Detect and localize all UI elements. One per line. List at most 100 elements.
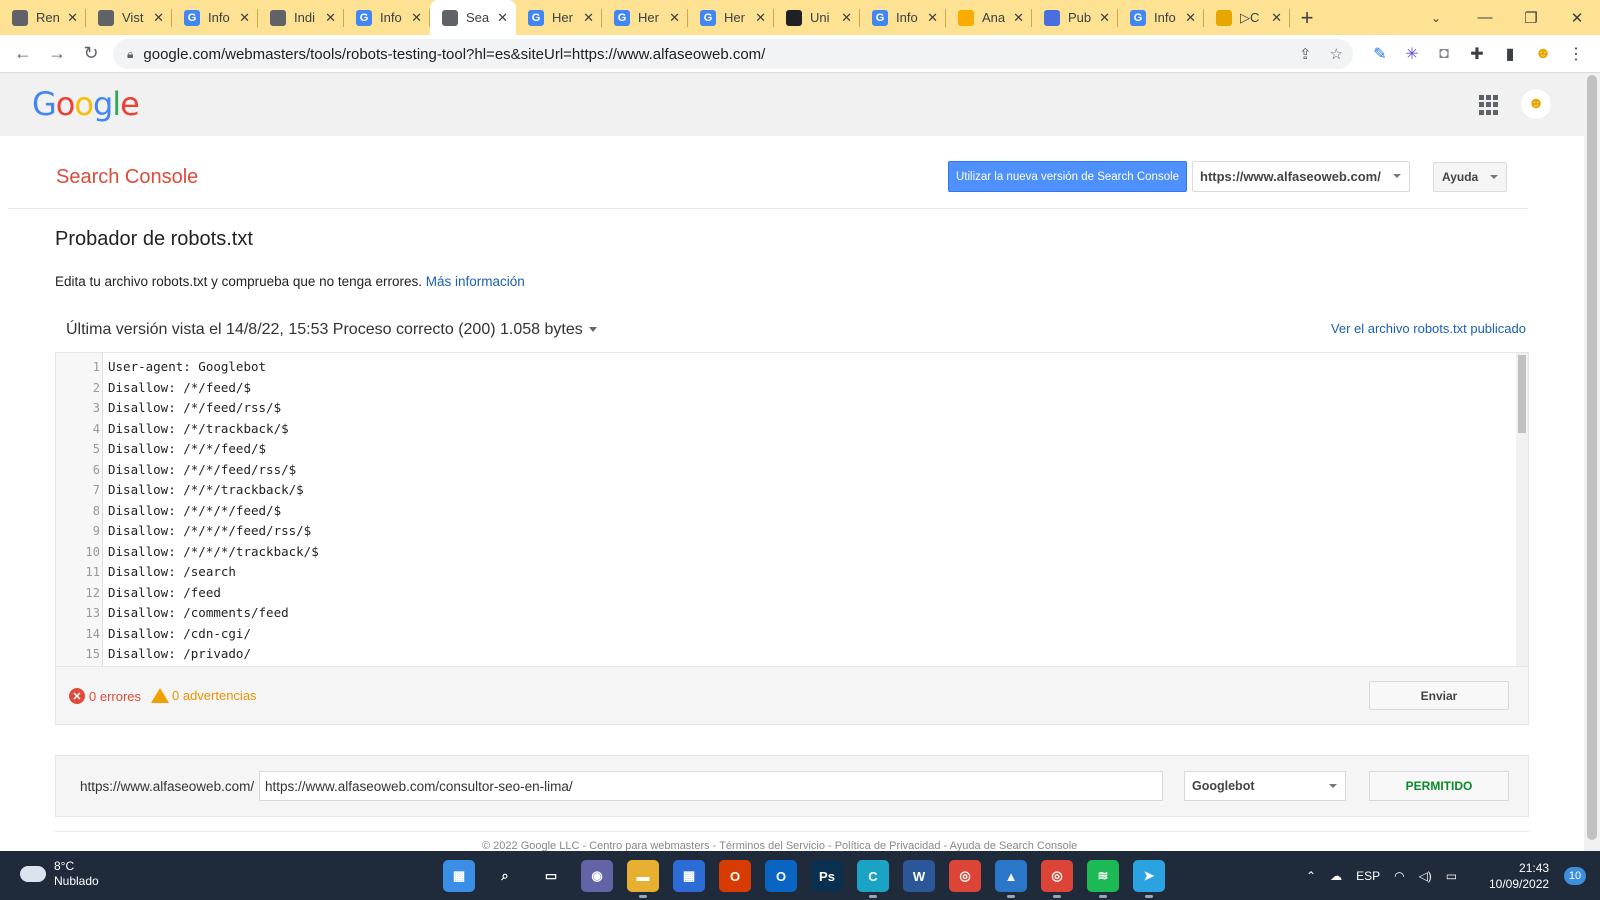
profile-avatar-icon[interactable]: ☻ [1527,35,1559,73]
property-select[interactable]: https://www.alfaseoweb.com/ [1192,161,1410,192]
close-tab-icon[interactable]: ✕ [153,10,164,26]
close-tab-icon[interactable]: ✕ [497,10,508,26]
code-line[interactable]: 2 Disallow: /*/feed/$ [56,380,251,401]
code-line[interactable]: 4 Disallow: /*/trackback/$ [56,421,289,442]
help-button[interactable]: Ayuda [1433,162,1507,192]
version-dropdown[interactable]: Última versión vista el 14/8/22, 15:53 P… [66,321,597,339]
store-icon[interactable]: ▦ [673,860,705,892]
close-tab-icon[interactable]: ✕ [583,10,594,26]
close-tab-icon[interactable]: ✕ [1013,10,1024,26]
view-published-link[interactable]: Ver el archivo robots.txt publicado [1331,321,1526,336]
browser-tab[interactable]: G Info ✕ [172,0,258,35]
editor-scrollbar[interactable] [1516,353,1528,666]
office-icon[interactable]: O [719,860,751,892]
code-line[interactable]: 7 Disallow: /*/*/trackback/$ [56,482,304,503]
account-avatar[interactable]: ☻ [1520,88,1552,120]
close-tab-icon[interactable]: ✕ [67,10,78,26]
file-explorer-icon[interactable]: ▬ [627,860,659,898]
canva-icon[interactable]: C [857,860,889,898]
user-agent-select[interactable]: Googlebot [1184,771,1346,801]
page-scrollbar[interactable] [1584,73,1600,851]
browser-tab[interactable]: Ren ✕ [0,0,86,35]
code-line[interactable]: 5 Disallow: /*/*/feed/$ [56,441,266,462]
word-icon[interactable]: W [903,860,935,892]
close-tab-icon[interactable]: ✕ [1099,10,1110,26]
close-tab-icon[interactable]: ✕ [239,10,250,26]
bookmark-star-icon[interactable]: ☆ [1330,45,1343,63]
search-console-title[interactable]: Search Console [56,166,198,189]
browser-tab[interactable]: Uni ✕ [774,0,860,35]
clock[interactable]: 21:43 10/09/2022 [1489,860,1549,892]
windows-start-icon[interactable]: ▦ [443,860,475,892]
code-line[interactable]: 12 Disallow: /feed [56,585,221,606]
close-tab-icon[interactable]: ✕ [325,10,336,26]
onedrive-icon[interactable]: ☁ [1330,869,1342,883]
code-line[interactable]: 11 Disallow: /search [56,564,236,585]
browser-menu-icon[interactable]: ⋮ [1560,35,1592,73]
weather-widget[interactable]: 8°C Nublado [20,859,99,889]
browser-tab[interactable]: Ana ✕ [946,0,1032,35]
new-tab-button[interactable]: + [1290,0,1324,35]
code-line[interactable]: 1 User-agent: Googlebot [56,359,266,380]
close-tab-icon[interactable]: ✕ [1271,10,1282,26]
spotify-icon[interactable]: ≋ [1087,860,1119,898]
battery-icon[interactable]: ▭ [1446,869,1457,883]
forward-icon[interactable]: → [40,37,74,71]
side-panel-icon[interactable]: ▮ [1494,35,1526,73]
code-line[interactable]: 9 Disallow: /*/*/*/feed/rss/$ [56,523,311,544]
telegram-icon[interactable]: ➤ [1133,860,1165,898]
browser-tab[interactable]: G Info ✕ [344,0,430,35]
reload-icon[interactable]: ↻ [74,37,108,71]
language-indicator[interactable]: ESP [1356,869,1380,883]
outlook-icon[interactable]: O [765,860,797,892]
chrome-icon[interactable]: ◎ [949,860,981,892]
code-line[interactable]: 8 Disallow: /*/*/*/feed/$ [56,503,281,524]
address-bar[interactable]: 🔒︎ google.com/webmasters/tools/robots-te… [113,39,1353,69]
close-tab-icon[interactable]: ✕ [927,10,938,26]
minimize-icon[interactable]: — [1462,0,1508,35]
tray-overflow-icon[interactable]: ⌃ [1306,869,1316,883]
code-line[interactable]: 6 Disallow: /*/*/feed/rss/$ [56,462,296,483]
wifi-icon[interactable]: ◠ [1394,869,1404,883]
tab-search-chevron-icon[interactable]: ⌄ [1420,0,1452,35]
code-line[interactable]: 13 Disallow: /comments/feed [56,605,289,626]
browser-tab[interactable]: Vist ✕ [86,0,172,35]
close-tab-icon[interactable]: ✕ [669,10,680,26]
share-icon[interactable]: ⇪ [1299,45,1312,63]
browser-tab[interactable]: ▷C ✕ [1204,0,1290,35]
more-info-link[interactable]: Más información [426,274,525,289]
volume-icon[interactable]: ◁) [1419,869,1432,883]
browser-tab[interactable]: Indi ✕ [258,0,344,35]
extension-snowflake-icon[interactable]: ✳ [1396,35,1428,73]
close-tab-icon[interactable]: ✕ [1185,10,1196,26]
code-line[interactable]: 14 Disallow: /cdn-cgi/ [56,626,251,647]
browser-tab[interactable]: Sea ✕ [430,0,516,35]
lock-icon[interactable]: 🔒︎ [127,47,133,62]
task-view-icon[interactable]: ▭ [535,860,567,892]
browser-tab[interactable]: Pub ✕ [1032,0,1118,35]
notification-badge[interactable]: 10 [1564,867,1586,885]
code-line[interactable]: 10 Disallow: /*/*/*/trackback/$ [56,544,319,565]
extension-pen-icon[interactable]: ✎ [1364,35,1396,73]
extensions-puzzle-icon[interactable]: ✚ [1461,35,1493,73]
browser-tab[interactable]: G Info ✕ [860,0,946,35]
close-tab-icon[interactable]: ✕ [755,10,766,26]
new-version-button[interactable]: Utilizar la nueva versión de Search Cons… [948,161,1187,192]
send-button[interactable]: Enviar [1369,681,1509,710]
robots-editor[interactable]: 1 User-agent: Googlebot 2 Disallow: /*/feed… [55,352,1529,667]
search-icon[interactable]: ⌕ [489,860,521,892]
teams-chat-icon[interactable]: ◉ [581,860,613,892]
close-tab-icon[interactable]: ✕ [841,10,852,26]
test-url-input[interactable] [259,771,1163,801]
test-result-button[interactable]: PERMITIDO [1369,771,1509,801]
apps-grid-icon[interactable] [1479,95,1499,115]
maximize-icon[interactable]: ❐ [1508,0,1554,35]
close-window-icon[interactable]: ✕ [1554,0,1600,35]
code-line[interactable]: 15 Disallow: /privado/ [56,646,251,666]
chrome-profile-icon[interactable]: ◎ [1041,860,1073,898]
back-icon[interactable]: ← [6,37,40,71]
browser-tab[interactable]: G Her ✕ [516,0,602,35]
browser-tab[interactable]: G Her ✕ [688,0,774,35]
close-tab-icon[interactable]: ✕ [411,10,422,26]
code-line[interactable]: 3 Disallow: /*/feed/rss/$ [56,400,281,421]
